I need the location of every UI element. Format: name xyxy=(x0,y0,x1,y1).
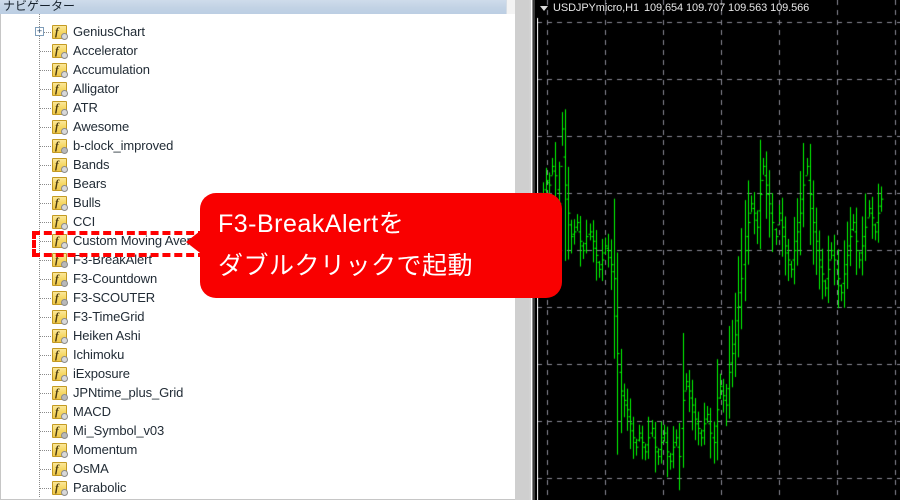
tree-elbow-line xyxy=(40,89,51,90)
indicator-item-label[interactable]: JPNtime_plus_Grid xyxy=(73,383,183,402)
indicator-item-label[interactable]: F3-TimeGrid xyxy=(73,307,144,326)
indicator-item-label[interactable]: F3-Countdown xyxy=(73,269,157,288)
indicator-item-label[interactable]: iExposure xyxy=(73,364,130,383)
indicator-item-label[interactable]: Momentum xyxy=(73,440,137,459)
indicator-fx-icon: f xyxy=(52,44,68,59)
tree-elbow-line xyxy=(40,260,51,261)
indicator-fx-icon: f xyxy=(52,82,68,97)
indicator-item-label[interactable]: b-clock_improved xyxy=(73,136,173,155)
indicator-item-label[interactable]: ATR xyxy=(73,98,98,117)
indicator-fx-icon: f xyxy=(52,196,68,211)
tree-elbow-line xyxy=(40,203,51,204)
navigator-title: ナビゲーター xyxy=(3,0,76,13)
indicator-item-label[interactable]: Heiken Ashi xyxy=(73,326,141,345)
indicator-fx-icon: f xyxy=(52,158,68,173)
tree-elbow-line xyxy=(40,165,51,166)
tree-elbow-line xyxy=(40,51,51,52)
tree-elbow-line xyxy=(40,317,51,318)
callout-pointer xyxy=(186,228,204,256)
tree-elbow-line xyxy=(40,393,51,394)
indicator-item-label[interactable]: Bulls xyxy=(73,193,101,212)
navigator-titlebar: ナビゲーター ✕ xyxy=(0,0,535,15)
indicator-item-label[interactable]: CCI xyxy=(73,212,95,231)
indicator-fx-icon: f xyxy=(52,329,68,344)
indicator-item-label[interactable]: F3-SCOUTER xyxy=(73,288,155,307)
tree-elbow-line xyxy=(40,146,51,147)
tree-elbow-line xyxy=(40,431,51,432)
indicator-fx-icon: f xyxy=(52,177,68,192)
indicator-fx-icon: f xyxy=(52,101,68,116)
indicator-fx-icon: f xyxy=(52,386,68,401)
indicator-item-label[interactable]: Accelerator xyxy=(73,41,138,60)
indicator-fx-icon: f xyxy=(52,120,68,135)
indicator-item-label[interactable]: Ichimoku xyxy=(73,345,124,364)
indicator-fx-icon: f xyxy=(52,139,68,154)
indicator-fx-icon: f xyxy=(52,25,68,40)
price-chart-canvas xyxy=(537,0,900,500)
chart-window[interactable]: USDJPYmicro,H1 109.654 109.707 109.563 1… xyxy=(535,0,900,500)
tree-elbow-line xyxy=(40,336,51,337)
screen-root: ナビゲーター ✕ + f GeniusChart f Accelerator f Accum… xyxy=(0,0,900,500)
indicator-item-label[interactable]: OsMA xyxy=(73,459,109,478)
callout-text: F3-BreakAlertを ダブルクリックで起動 xyxy=(218,210,474,280)
indicator-item-label[interactable]: Bands xyxy=(73,155,109,174)
indicator-item-label[interactable]: Awesome xyxy=(73,117,129,136)
indicator-fx-icon: f xyxy=(52,424,68,439)
tree-elbow-line xyxy=(40,108,51,109)
indicator-fx-icon: f xyxy=(52,405,68,420)
tree-elbow-line xyxy=(40,298,51,299)
tree-elbow-line xyxy=(40,70,51,71)
tree-elbow-line xyxy=(40,374,51,375)
tree-elbow-line xyxy=(40,488,51,489)
indicator-fx-icon: f xyxy=(52,348,68,363)
tree-elbow-line xyxy=(40,279,51,280)
instruction-callout: F3-BreakAlertを ダブルクリックで起動 xyxy=(200,193,562,298)
indicator-fx-icon: f xyxy=(52,272,68,287)
indicator-item-label[interactable]: Mi_Symbol_v03 xyxy=(73,421,164,440)
indicator-item-label[interactable]: MACD xyxy=(73,402,111,421)
chevron-down-icon[interactable] xyxy=(540,6,548,11)
tree-elbow-line xyxy=(40,469,51,470)
indicator-item-label[interactable]: Bears xyxy=(73,174,107,193)
indicator-fx-icon: f xyxy=(52,462,68,477)
tree-elbow-line xyxy=(40,184,51,185)
tree-expand-icon[interactable]: + xyxy=(35,27,44,36)
indicator-item-label[interactable]: Alligator xyxy=(73,79,119,98)
chart-header: USDJPYmicro,H1 109.654 109.707 109.563 1… xyxy=(540,0,809,16)
indicator-fx-icon: f xyxy=(52,310,68,325)
tree-elbow-line xyxy=(40,450,51,451)
tree-elbow-line xyxy=(40,222,51,223)
indicator-fx-icon: f xyxy=(52,443,68,458)
indicator-item-label[interactable]: Parabolic xyxy=(73,478,126,497)
highlight-dashed-box xyxy=(32,231,206,257)
tree-elbow-line xyxy=(40,355,51,356)
indicator-fx-icon: f xyxy=(52,291,68,306)
tree-elbow-line xyxy=(40,127,51,128)
indicator-fx-icon: f xyxy=(52,481,68,496)
indicator-fx-icon: f xyxy=(52,367,68,382)
indicator-item-label[interactable]: GeniusChart xyxy=(73,22,145,41)
tree-elbow-line xyxy=(40,412,51,413)
chart-symbol-label: USDJPYmicro,H1 xyxy=(553,2,640,14)
indicator-item-label[interactable]: Accumulation xyxy=(73,60,150,79)
indicator-item-label[interactable]: RSI xyxy=(73,497,94,498)
indicator-fx-icon: f xyxy=(52,215,68,230)
chart-ohlc-values: 109.654 109.707 109.563 109.566 xyxy=(644,2,810,14)
indicator-fx-icon: f xyxy=(52,63,68,78)
